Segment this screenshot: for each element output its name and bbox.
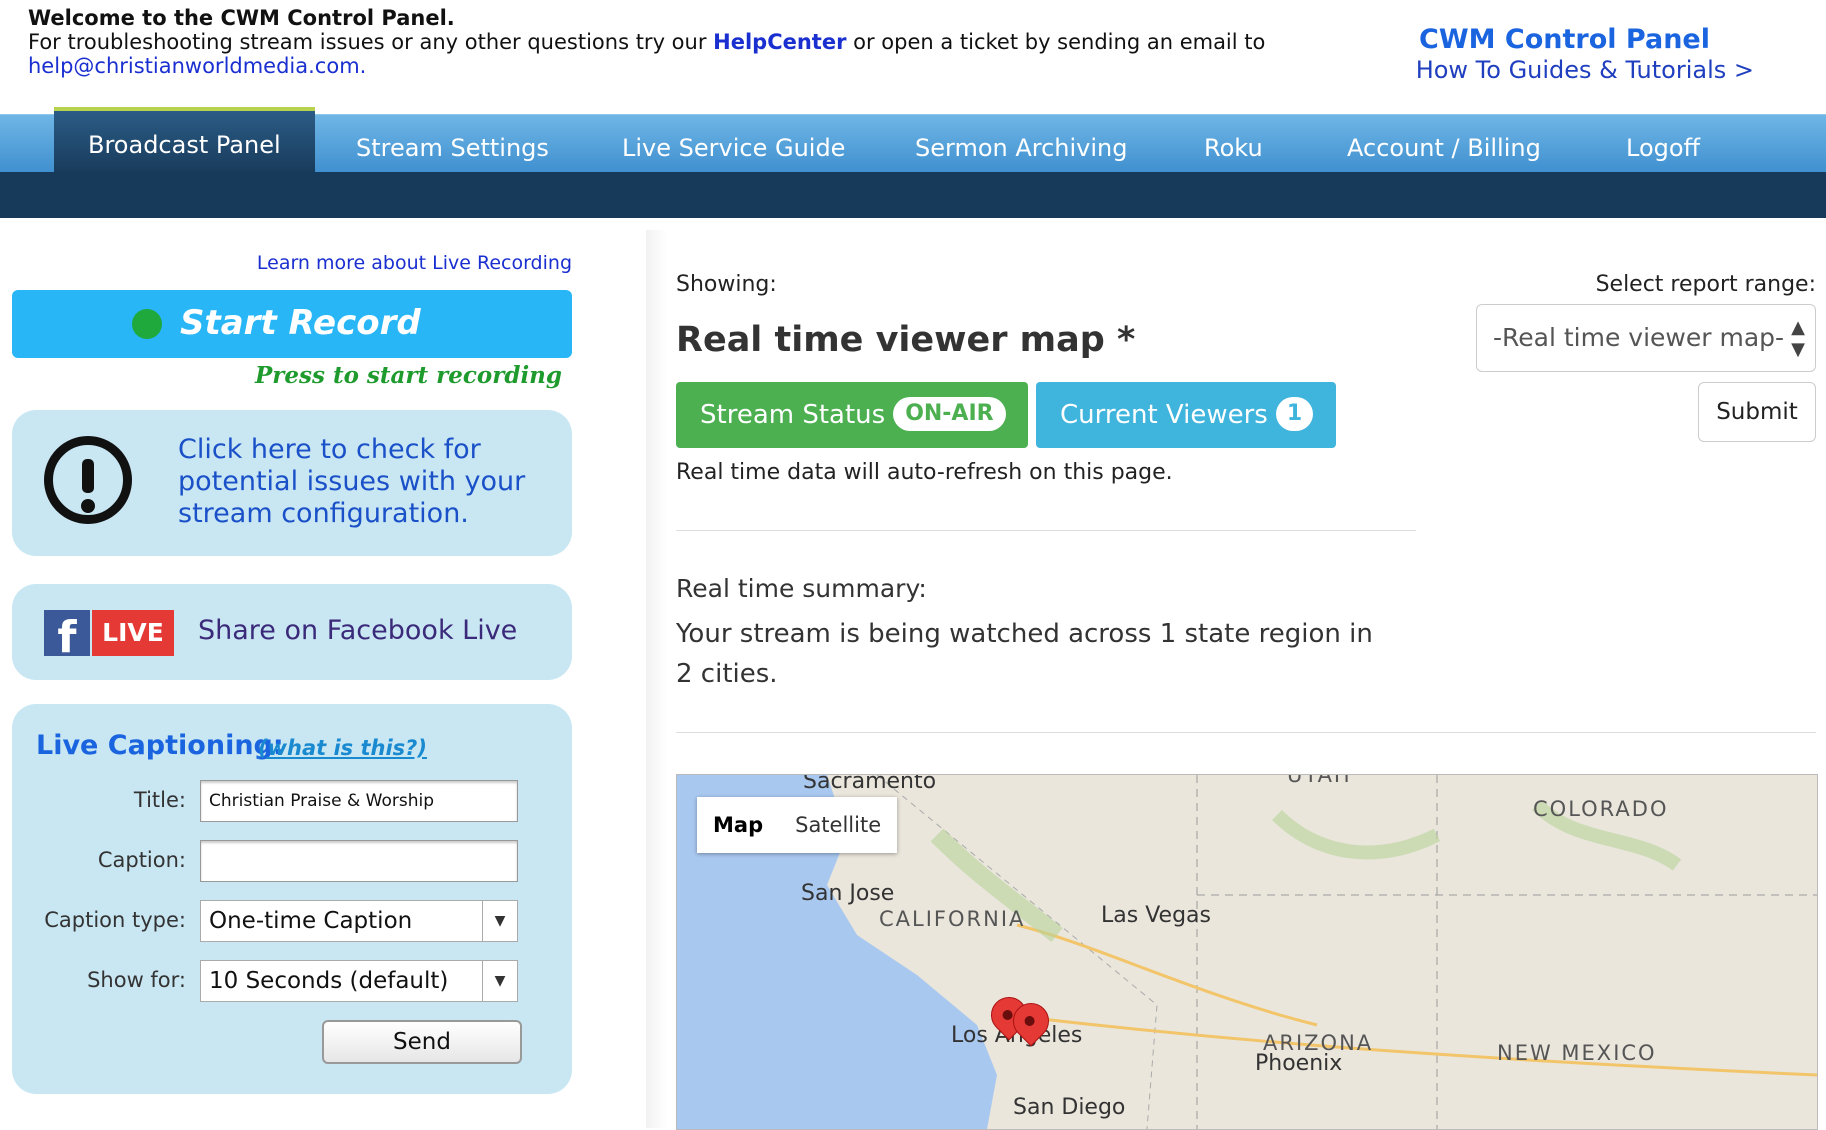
support-text: For troubleshooting stream issues or any… — [28, 30, 714, 54]
main-nav: Broadcast Panel Stream Settings Live Ser… — [0, 107, 1826, 175]
city-label: San Jose — [801, 881, 895, 906]
main-content: Showing: Real time viewer map * Stream S… — [676, 218, 1826, 1130]
what-is-this-link[interactable]: (what is this?) — [258, 736, 427, 760]
check-config-card[interactable]: Click here to check for potential issues… — [12, 410, 572, 556]
summary-title: Real time summary: — [676, 574, 927, 603]
facebook-live-label: Share on Facebook Live — [198, 615, 518, 646]
current-viewers-badge: Current Viewers 1 — [1036, 382, 1336, 448]
viewer-count-pill: 1 — [1275, 396, 1314, 431]
record-dot-icon — [132, 309, 162, 339]
record-hint: Press to start recording — [255, 362, 562, 389]
facebook-live-card[interactable]: f LIVE Share on Facebook Live — [12, 584, 572, 680]
tab-live-service-guide[interactable]: Live Service Guide — [622, 115, 845, 173]
title-input[interactable]: Christian Praise & Worship — [200, 780, 518, 822]
submit-button[interactable]: Submit — [1698, 382, 1816, 442]
caption-type-select[interactable]: One-time Caption ▼ — [200, 900, 518, 942]
divider-line — [676, 732, 1816, 733]
divider-line — [676, 530, 1416, 531]
report-range-value: -Real time viewer map- — [1493, 323, 1785, 352]
guides-link[interactable]: How To Guides & Tutorials > — [1416, 56, 1754, 84]
report-range-select[interactable]: -Real time viewer map- ▲ ▼ — [1476, 304, 1816, 372]
show-for-value: 10 Seconds (default) — [209, 968, 449, 994]
live-badge: LIVE — [92, 610, 174, 656]
caption-label: Caption: — [97, 848, 186, 872]
tab-roku[interactable]: Roku — [1204, 115, 1263, 173]
state-label: CALIFORNIA — [879, 907, 1026, 931]
state-label: NEW MEXICO — [1497, 1041, 1657, 1065]
facebook-icon: f — [44, 610, 90, 656]
learn-recording-link[interactable]: Learn more about Live Recording — [257, 252, 572, 274]
nav-bar-bottom — [0, 172, 1826, 218]
start-record-label: Start Record — [180, 303, 421, 343]
on-air-pill: ON-AIR — [893, 396, 1006, 431]
helpcenter-link[interactable]: HelpCenter — [713, 30, 846, 54]
stream-status-badge: Stream Status ON-AIR — [676, 382, 1028, 448]
report-range-label: Select report range: — [1595, 272, 1816, 297]
show-for-label: Show for: — [87, 968, 186, 992]
map-type-toggle: Map Satellite — [697, 797, 898, 853]
viewer-map[interactable]: Map Satellite Sacramento San Jose Las Ve… — [676, 774, 1818, 1130]
tab-account-billing[interactable]: Account / Billing — [1347, 115, 1541, 173]
chevron-down-icon: ▼ — [482, 901, 517, 941]
auto-refresh-note: Real time data will auto-refresh on this… — [676, 460, 1173, 485]
chevron-down-icon: ▼ — [482, 961, 517, 1001]
showing-label: Showing: — [676, 272, 777, 297]
state-label: ARIZONA — [1263, 1031, 1374, 1055]
caption-type-label: Caption type: — [44, 908, 186, 932]
city-label: San Diego — [1013, 1095, 1126, 1120]
current-viewers-label: Current Viewers — [1060, 400, 1268, 430]
support-text-2: or open a ticket by sending an email to — [846, 30, 1266, 54]
stream-status-label: Stream Status — [700, 400, 886, 430]
send-caption-button[interactable]: Send — [322, 1020, 522, 1064]
column-divider — [646, 230, 668, 1128]
caption-type-value: One-time Caption — [209, 908, 413, 934]
state-label: UTAH — [1287, 774, 1352, 787]
map-view-button[interactable]: Map — [697, 797, 779, 853]
welcome-title: Welcome to the CWM Control Panel. — [28, 6, 455, 30]
tab-logoff[interactable]: Logoff — [1626, 115, 1700, 173]
exclamation-icon — [44, 436, 132, 524]
tab-broadcast-panel[interactable]: Broadcast Panel — [54, 107, 315, 175]
check-config-text: Click here to check for potential issues… — [178, 434, 526, 529]
brand-title[interactable]: CWM Control Panel — [1419, 24, 1710, 55]
select-arrows-icon: ▲ ▼ — [1791, 317, 1805, 360]
captioning-title: Live Captioning: — [36, 730, 284, 761]
summary-text: Your stream is being watched across 1 st… — [676, 619, 1373, 689]
welcome-message: Welcome to the CWM Control Panel. For tr… — [28, 6, 1265, 78]
support-email-link[interactable]: help@christianworldmedia.com. — [28, 54, 366, 78]
tab-sermon-archiving[interactable]: Sermon Archiving — [915, 115, 1128, 173]
tab-stream-settings[interactable]: Stream Settings — [356, 115, 549, 173]
show-for-select[interactable]: 10 Seconds (default) ▼ — [200, 960, 518, 1002]
city-label: Las Vegas — [1101, 903, 1211, 928]
city-label: Sacramento — [803, 774, 937, 794]
page-title: Real time viewer map * — [676, 320, 1136, 360]
satellite-view-button[interactable]: Satellite — [779, 797, 897, 853]
start-record-button[interactable]: Start Record — [12, 290, 572, 358]
state-label: COLORADO — [1533, 797, 1669, 821]
caption-input[interactable] — [200, 840, 518, 882]
header: Welcome to the CWM Control Panel. For tr… — [0, 0, 1826, 112]
live-captioning-panel: Live Captioning: (what is this?) Title: … — [12, 704, 572, 1094]
title-label: Title: — [133, 788, 186, 812]
